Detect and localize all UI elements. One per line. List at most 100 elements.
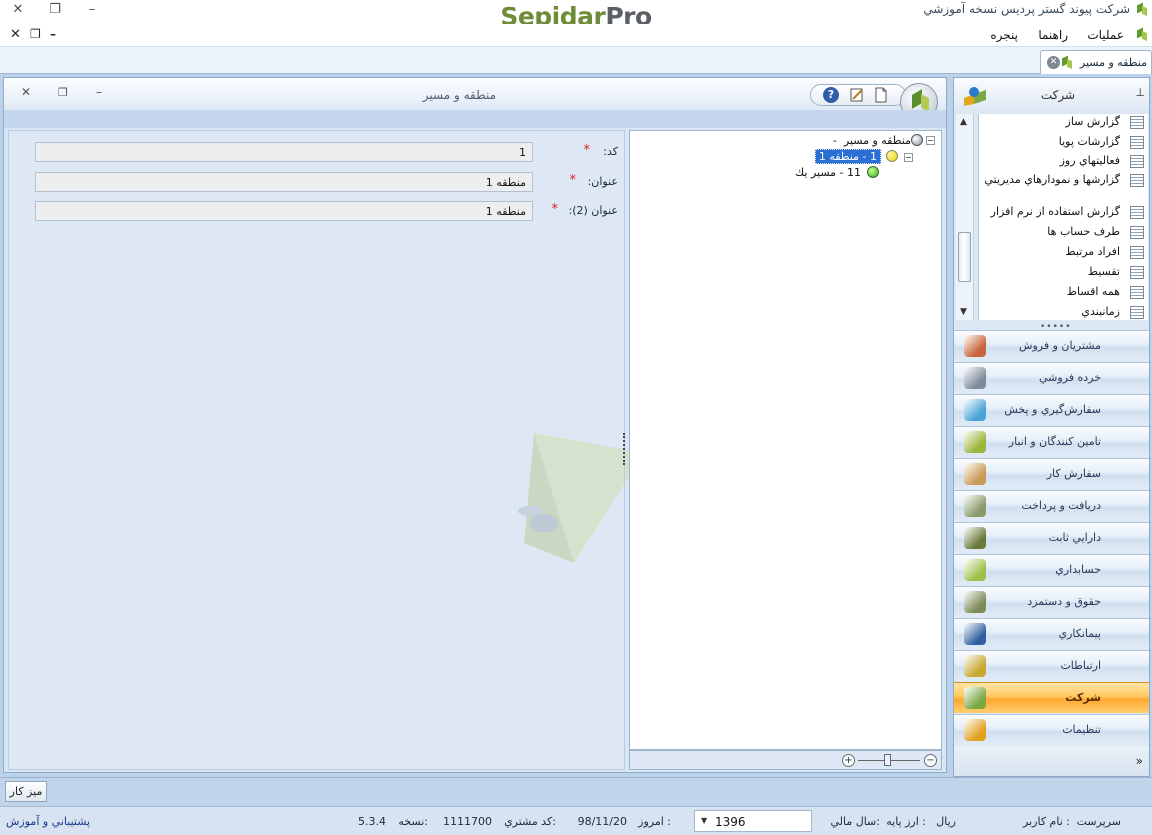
mdi-restore-icon[interactable]: ❐ — [30, 27, 41, 41]
list-item[interactable]: همه اقساط — [979, 285, 1144, 299]
list-item[interactable]: گزارش استفاده از نرم افزار — [979, 205, 1144, 219]
module-icon — [964, 655, 986, 677]
sublist-scrollbar[interactable]: ▲ ▼ — [956, 114, 974, 320]
chevron-expand-icon[interactable]: » — [1136, 754, 1143, 768]
menu-help[interactable]: راهنما — [1038, 28, 1068, 42]
pin-icon[interactable]: ⊥ — [1135, 86, 1145, 99]
module-label: سفارش كار — [1046, 467, 1101, 480]
module-button[interactable]: خرده فروشي — [954, 362, 1149, 393]
scroll-thumb[interactable] — [958, 232, 971, 282]
form-restore-icon[interactable]: ❐ — [58, 86, 68, 99]
list-item[interactable]: تقسيط — [979, 265, 1144, 279]
list-item[interactable]: طرف حساب ها — [979, 225, 1144, 239]
today-value: 98/11/20 — [577, 815, 627, 828]
sidebar-title: شركت — [1040, 88, 1075, 102]
module-icon — [964, 527, 986, 549]
fiscal-year-select[interactable]: 1396 ▼ — [694, 810, 812, 832]
company-module-icon — [962, 84, 986, 108]
form-minimize-icon[interactable]: – — [96, 85, 102, 99]
tree-root-node[interactable]: منطقه و مسير - — [833, 134, 911, 147]
today-label: امروز : — [638, 815, 671, 828]
mdi-minimize-icon[interactable]: – — [50, 27, 56, 41]
module-label: تامين كنندگان و انبار — [1008, 435, 1101, 448]
form-close-icon[interactable]: ✕ — [21, 85, 31, 99]
module-button[interactable]: حسابداري — [954, 554, 1149, 585]
route-node-icon — [867, 166, 879, 178]
tree-node-route-11[interactable]: 11 - مسير يك — [795, 166, 861, 179]
zoom-out-icon[interactable]: − — [924, 754, 937, 767]
module-icon — [964, 431, 986, 453]
list-item[interactable]: زمانبندي — [979, 305, 1144, 319]
edit-icon[interactable] — [849, 87, 865, 103]
module-label: حسابداري — [1055, 563, 1101, 576]
list-icon — [1130, 246, 1144, 259]
module-button[interactable]: حقوق و دستمزد — [954, 586, 1149, 617]
module-label: حقوق و دستمزد — [1027, 595, 1101, 608]
list-item[interactable]: افراد مرتبط — [979, 245, 1144, 259]
menu-operations[interactable]: عمليات — [1087, 28, 1124, 42]
list-item[interactable]: گزارش ساز — [979, 115, 1144, 129]
module-button[interactable]: تنظيمات — [954, 714, 1149, 745]
document-icon — [1130, 206, 1144, 219]
list-icon — [1130, 266, 1144, 279]
list-item[interactable]: گزارشات پويا — [979, 135, 1144, 149]
module-sidebar: ⊥ شركت ▲ ▼ گزارش ساز گزارشات پويا فعاليت… — [953, 77, 1150, 777]
code-field[interactable]: 1 — [35, 142, 533, 162]
menu-window[interactable]: پنجره — [990, 28, 1018, 42]
mdi-close-icon[interactable]: ✕ — [10, 27, 21, 42]
tab-close-icon[interactable]: ✕ — [1047, 56, 1060, 69]
region-route-form: ✕ ❐ – منطقه و مسير ? كد: * 1 عنوان: * من… — [3, 77, 947, 773]
list-item[interactable]: گزارشها و نمودارهاي مديريتي — [979, 173, 1144, 187]
module-icon — [964, 367, 986, 389]
list-icon — [1130, 226, 1144, 239]
desk-button[interactable]: ميز كار — [5, 781, 47, 802]
menu-logo-icon — [1136, 28, 1148, 45]
module-label: ارتباطات — [1060, 659, 1101, 672]
zoom-slider-thumb[interactable] — [884, 754, 891, 766]
minimize-window-icon[interactable]: – — [82, 2, 102, 17]
module-button[interactable]: ارتباطات — [954, 650, 1149, 681]
new-document-icon[interactable] — [873, 87, 889, 103]
module-button[interactable]: شركت — [954, 682, 1149, 713]
title2-field[interactable]: منطقه 1 — [35, 201, 533, 221]
module-button[interactable]: سفارش كار — [954, 458, 1149, 489]
currency-label: ارز پايه : — [886, 815, 926, 828]
scroll-up-icon[interactable]: ▲ — [960, 117, 967, 127]
module-icon — [964, 335, 986, 357]
taskbar: ميز كار — [0, 777, 1152, 805]
report-icon — [1130, 136, 1144, 149]
scroll-down-icon[interactable]: ▼ — [960, 307, 967, 317]
tree-root-icon — [911, 134, 923, 146]
restore-window-icon[interactable]: ❐ — [45, 2, 65, 17]
tree-collapse-icon[interactable]: − — [926, 136, 935, 145]
form-title: منطقه و مسير — [422, 88, 496, 102]
module-icon — [964, 591, 986, 613]
module-button[interactable]: دارايي ثابت — [954, 522, 1149, 553]
module-button[interactable]: سفارش‌گيري و پخش — [954, 394, 1149, 425]
module-button[interactable]: مشتريان و فروش — [954, 330, 1149, 361]
chevron-down-icon: ▼ — [701, 816, 708, 825]
tab-label: منطقه و مسير — [1079, 56, 1147, 69]
customer-code-value: 1111700 — [443, 815, 492, 828]
tree-collapse-icon[interactable]: − — [904, 153, 913, 162]
module-icon — [964, 399, 986, 421]
panel-splitter[interactable] — [623, 433, 627, 465]
title-field[interactable]: منطقه 1 — [35, 172, 533, 192]
close-window-icon[interactable]: ✕ — [8, 2, 28, 17]
module-button[interactable]: پيمانكاري — [954, 618, 1149, 649]
tree-node-region-1[interactable]: 1 - منطقه 1 — [814, 149, 881, 164]
module-icon — [964, 719, 986, 741]
module-icon — [964, 559, 986, 581]
support-link[interactable]: پشتيباني و آموزش — [6, 815, 90, 828]
help-icon[interactable]: ? — [823, 87, 839, 103]
module-button[interactable]: تامين كنندگان و انبار — [954, 426, 1149, 457]
list-item[interactable]: فعاليتهاي روز — [979, 154, 1144, 168]
menu-bar: عمليات راهنما پنجره ✕ ❐ – — [0, 24, 1152, 47]
zoom-in-icon[interactable]: + — [842, 754, 855, 767]
tab-region-route[interactable]: منطقه و مسير ✕ — [1040, 50, 1152, 74]
module-button[interactable]: دريافت و پرداخت — [954, 490, 1149, 521]
required-mark: * — [569, 173, 577, 188]
user-label: نام كاربر : — [1023, 815, 1070, 828]
region-node-icon — [886, 150, 898, 162]
tree-pane: منطقه و مسير - − 1 - منطقه 1 − 11 - مسير… — [629, 130, 942, 750]
